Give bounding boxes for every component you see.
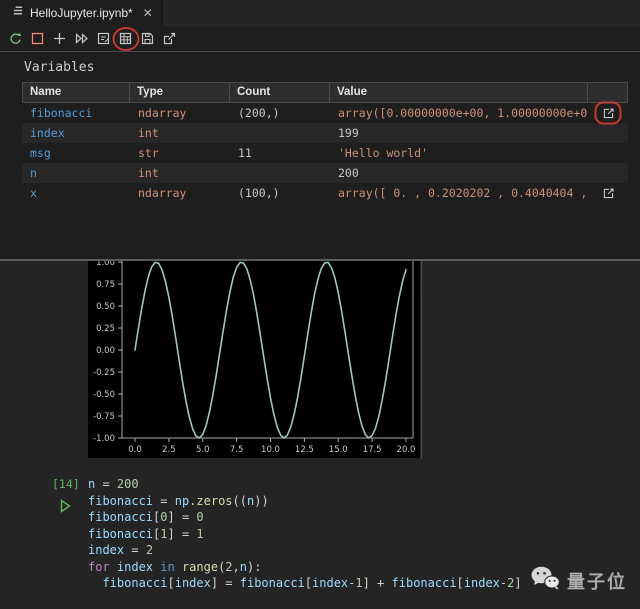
variable-actions-cell [588,143,628,163]
notebook-toolbar [0,26,640,52]
table-row[interactable]: nint 200 [22,163,628,183]
restart-kernel-button[interactable] [5,28,26,50]
interrupt-kernel-button[interactable] [27,28,48,50]
svg-text:10.0: 10.0 [261,445,280,455]
variable-type-cell: ndarray [130,103,230,123]
svg-text:0.25: 0.25 [96,324,115,334]
code-line: fibonacci[0] = 0 [88,509,522,526]
open-in-data-viewer-icon[interactable] [602,187,615,200]
variables-button[interactable] [115,28,136,50]
variables-panel-title: Variables [24,60,94,75]
variable-actions-cell [588,163,628,183]
svg-text:7.5: 7.5 [230,445,244,455]
svg-text:-0.25: -0.25 [93,368,115,378]
variable-count-cell: 11 [230,143,330,163]
variable-name-cell: fibonacci [22,103,130,123]
sine-plot: 1.00 0.75 0.50 0.25 0.00 -0.25 -0.50 -0.75 -1.00… [88,261,420,458]
variable-value-cell: 'Hello world' [330,143,588,163]
variable-actions-cell [588,123,628,143]
variable-type-cell: int [130,163,230,183]
table-row[interactable]: xndarray(100,)array([ 0. , 0.2020202 , 0… [22,183,628,203]
variables-table-body: fibonaccindarray(200,)array([0.00000000e… [22,103,628,203]
svg-text:1.00: 1.00 [96,261,115,268]
table-row[interactable]: fibonaccindarray(200,)array([0.00000000e… [22,103,628,123]
code-line: fibonacci[index] = fibonacci[index-1] + … [88,575,522,592]
variable-value-cell: array([0.00000000e+00, 1.00000000e+00 [330,103,588,123]
run-all-button[interactable] [71,28,92,50]
export-button[interactable] [159,28,180,50]
variable-type-cell: ndarray [130,183,230,203]
plot-output: 1.00 0.75 0.50 0.25 0.00 -0.25 -0.50 -0.75 -1.00… [88,261,420,458]
svg-text:15.0: 15.0 [329,445,348,455]
svg-text:17.5: 17.5 [363,445,382,455]
code-line: for index in range(2,n): [88,559,522,576]
variable-name-cell: index [22,123,130,143]
clear-outputs-button[interactable] [93,28,114,50]
add-cell-button[interactable] [49,28,70,50]
svg-text:12.5: 12.5 [295,445,314,455]
variable-count-cell: (200,) [230,103,330,123]
code-cell-editor[interactable]: n = 200fibonacci = np.zeros((n))fibonacc… [88,476,522,592]
column-header-count[interactable]: Count [230,83,330,102]
code-line: index = 2 [88,542,522,559]
variables-table: Name Type Count Value fibonaccindarray(2… [22,82,628,203]
watermark: 量子位 [530,565,627,596]
variable-value-cell: array([ 0. , 0.2020202 , 0.4040404 , [330,183,588,203]
svg-text:2.5: 2.5 [162,445,176,455]
code-line: fibonacci = np.zeros((n)) [88,493,522,510]
table-row[interactable]: indexint 199 [22,123,628,143]
run-cell-button[interactable] [60,499,71,518]
vscode-window: HelloJupyter.ipynb* ✕ [0,0,640,609]
editor-tab-bar: HelloJupyter.ipynb* ✕ [0,0,640,26]
variables-panel: Variables Name Type Count Value fibonacc… [0,52,640,259]
svg-text:0.75: 0.75 [96,280,115,290]
variable-actions-cell [588,103,628,123]
notebook-editor: 1.00 0.75 0.50 0.25 0.00 -0.25 -0.50 -0.75 -1.00… [0,261,640,609]
watermark-text: 量子位 [567,568,627,594]
svg-text:0.50: 0.50 [96,302,115,312]
variable-name-cell: msg [22,143,130,163]
code-line: fibonacci[1] = 1 [88,526,522,543]
variable-value-cell: 200 [330,163,588,183]
variable-count-cell: (100,) [230,183,330,203]
svg-text:-1.00: -1.00 [93,434,115,444]
variables-table-header: Name Type Count Value [22,82,628,103]
open-in-data-viewer-icon[interactable] [602,107,615,120]
column-header-name[interactable]: Name [22,83,130,102]
variable-name-cell: x [22,183,130,203]
svg-text:-0.50: -0.50 [93,390,115,400]
variable-value-cell: 199 [330,123,588,143]
svg-text:0.0: 0.0 [128,445,142,455]
output-border [421,261,422,458]
save-button[interactable] [137,28,158,50]
execution-count: [14] [52,477,80,491]
svg-text:0.00: 0.00 [96,346,115,356]
svg-text:-0.75: -0.75 [93,412,115,422]
svg-text:5.0: 5.0 [196,445,210,455]
wechat-icon [530,565,560,596]
variable-name-cell: n [22,163,130,183]
column-header-actions [588,83,628,102]
column-header-value[interactable]: Value [330,83,588,102]
close-icon[interactable]: ✕ [143,6,153,20]
tab-hellojupyter[interactable]: HelloJupyter.ipynb* ✕ [0,0,163,26]
column-header-type[interactable]: Type [130,83,230,102]
svg-text:20.0: 20.0 [397,445,416,455]
notebook-file-icon [11,4,24,22]
tab-title: HelloJupyter.ipynb* [30,6,133,20]
variable-type-cell: str [130,143,230,163]
variable-count-cell [230,163,330,183]
variable-type-cell: int [130,123,230,143]
table-row[interactable]: msgstr11'Hello world' [22,143,628,163]
code-line: n = 200 [88,476,522,493]
variable-count-cell [230,123,330,143]
variable-actions-cell [588,183,628,203]
